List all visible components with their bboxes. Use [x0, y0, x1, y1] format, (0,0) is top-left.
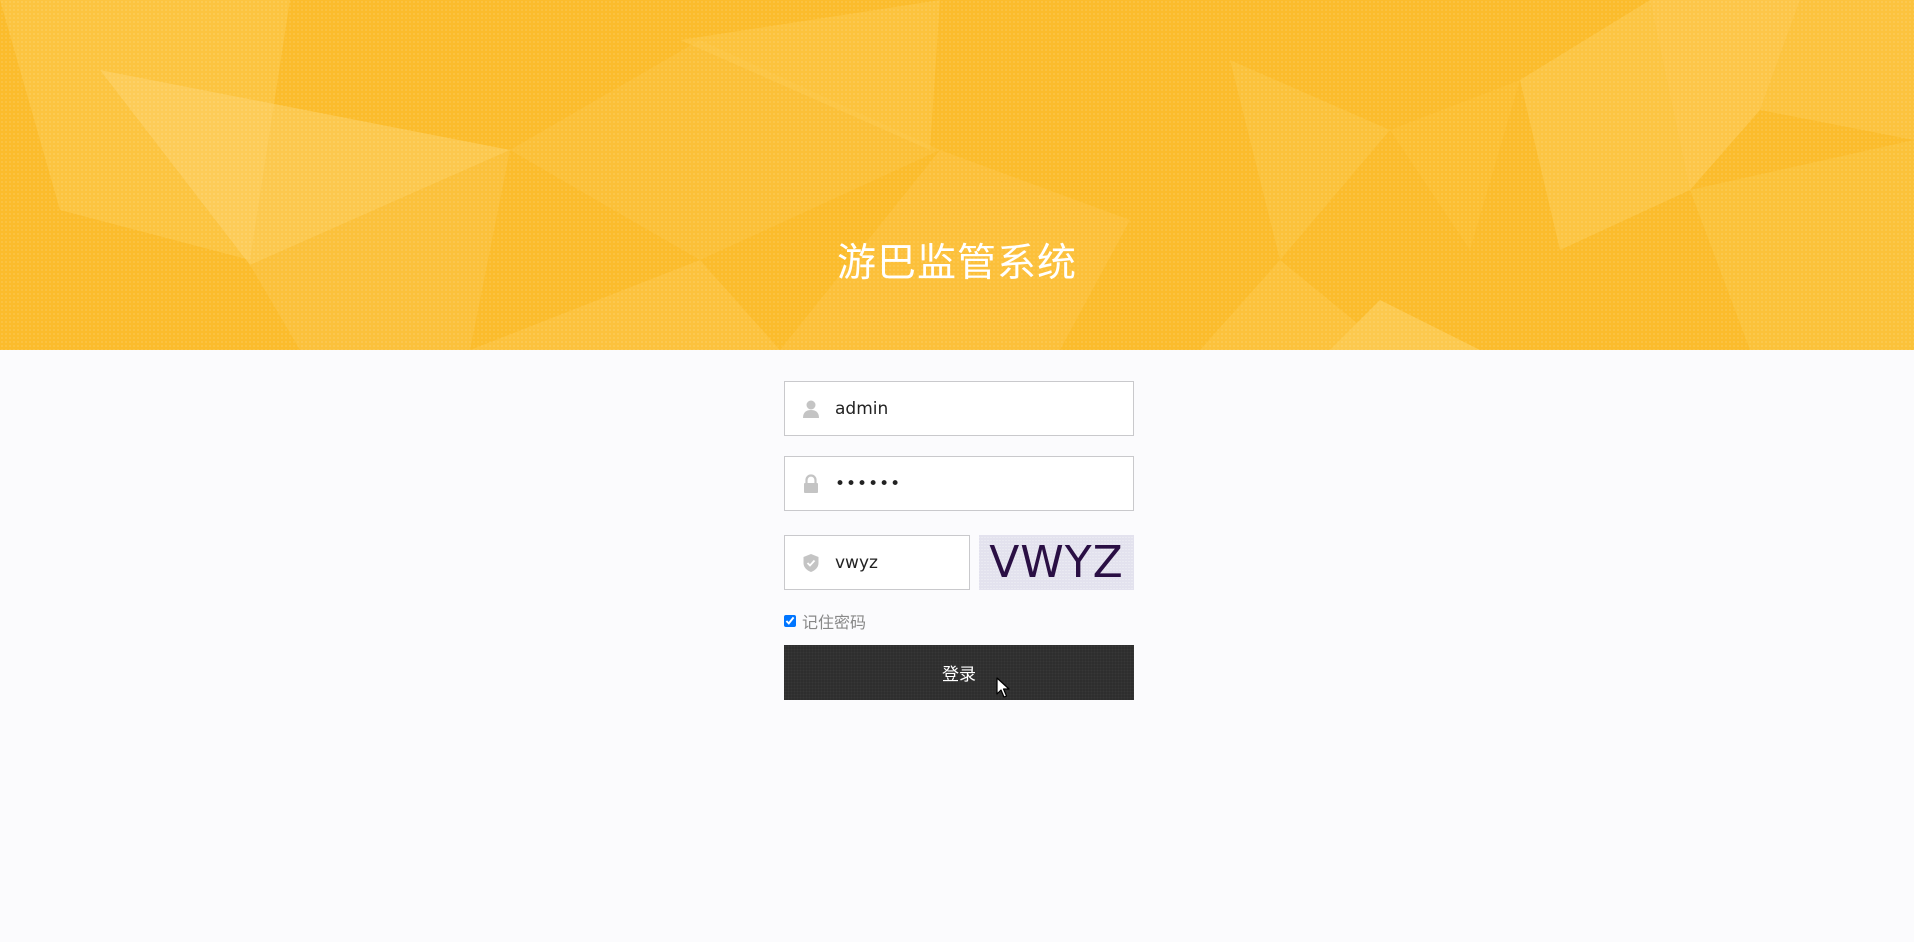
username-input[interactable] [835, 382, 1125, 435]
remember-me-checkbox[interactable] [784, 615, 796, 627]
shield-icon [803, 554, 819, 572]
password-input[interactable] [835, 457, 1125, 510]
password-field[interactable] [784, 456, 1134, 511]
mouse-cursor-icon [996, 677, 1010, 698]
captcha-field[interactable] [784, 535, 970, 590]
login-button[interactable]: 登录 [784, 645, 1134, 700]
remember-me-label: 记住密码 [802, 613, 867, 632]
captcha-image-text: VWYZ [989, 537, 1124, 588]
page-title: 游巴监管系统 [836, 241, 1077, 286]
lock-icon [804, 474, 818, 493]
captcha-image[interactable]: VWYZ [979, 535, 1134, 590]
remember-me[interactable]: 记住密码 [784, 611, 867, 632]
username-field[interactable] [784, 381, 1134, 436]
user-icon [803, 400, 819, 418]
captcha-input[interactable] [835, 536, 963, 589]
banner-dot-texture [0, 0, 1914, 350]
header-banner: 游巴监管系统 [0, 0, 1914, 350]
